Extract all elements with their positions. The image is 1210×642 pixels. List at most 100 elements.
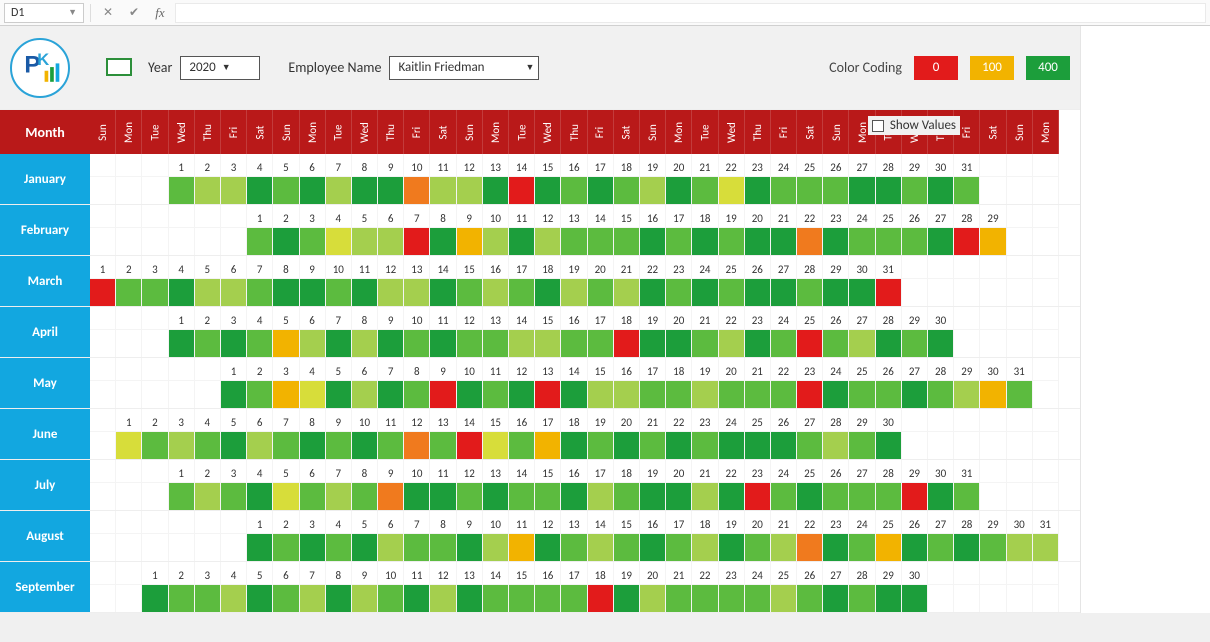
day-cell[interactable]: 3 <box>300 205 326 255</box>
day-cell[interactable]: 25 <box>719 256 745 306</box>
day-cell[interactable]: 6 <box>352 358 378 408</box>
day-cell[interactable]: 1 <box>169 460 195 510</box>
day-cell[interactable] <box>90 460 116 510</box>
day-cell[interactable]: 16 <box>483 256 509 306</box>
day-cell[interactable]: 5 <box>352 205 378 255</box>
day-cell[interactable]: 27 <box>902 358 928 408</box>
day-cell[interactable] <box>980 409 1006 459</box>
day-cell[interactable]: 14 <box>588 511 614 561</box>
day-cell[interactable]: 17 <box>640 358 666 408</box>
day-cell[interactable]: 15 <box>535 154 561 204</box>
formula-input[interactable] <box>175 3 1206 23</box>
day-cell[interactable]: 12 <box>404 409 430 459</box>
day-cell[interactable]: 15 <box>535 460 561 510</box>
day-cell[interactable] <box>90 307 116 357</box>
day-cell[interactable]: 17 <box>588 307 614 357</box>
day-cell[interactable]: 6 <box>221 256 247 306</box>
day-cell[interactable]: 25 <box>771 562 797 612</box>
day-cell[interactable]: 22 <box>719 460 745 510</box>
day-cell[interactable] <box>1007 256 1033 306</box>
day-cell[interactable]: 21 <box>692 154 718 204</box>
day-cell[interactable]: 17 <box>588 460 614 510</box>
day-cell[interactable]: 22 <box>719 154 745 204</box>
day-cell[interactable] <box>221 205 247 255</box>
day-cell[interactable]: 26 <box>771 409 797 459</box>
day-cell[interactable]: 8 <box>352 460 378 510</box>
day-cell[interactable]: 31 <box>954 154 980 204</box>
year-dropdown[interactable]: 2020 ▼ <box>180 56 260 80</box>
day-cell[interactable]: 5 <box>273 154 299 204</box>
day-cell[interactable]: 25 <box>876 511 902 561</box>
day-cell[interactable]: 16 <box>614 358 640 408</box>
day-cell[interactable] <box>980 307 1006 357</box>
day-cell[interactable]: 29 <box>902 154 928 204</box>
day-cell[interactable] <box>954 562 980 612</box>
day-cell[interactable]: 22 <box>797 205 823 255</box>
day-cell[interactable]: 28 <box>876 307 902 357</box>
day-cell[interactable]: 24 <box>849 205 875 255</box>
day-cell[interactable]: 1 <box>247 511 273 561</box>
day-cell[interactable] <box>1033 256 1059 306</box>
day-cell[interactable] <box>142 511 168 561</box>
day-cell[interactable]: 4 <box>247 307 273 357</box>
day-cell[interactable]: 27 <box>823 562 849 612</box>
day-cell[interactable] <box>1033 562 1059 612</box>
day-cell[interactable]: 20 <box>614 409 640 459</box>
day-cell[interactable]: 5 <box>195 256 221 306</box>
day-cell[interactable]: 15 <box>509 562 535 612</box>
day-cell[interactable] <box>1033 409 1059 459</box>
day-cell[interactable]: 10 <box>352 409 378 459</box>
day-cell[interactable]: 11 <box>378 409 404 459</box>
day-cell[interactable]: 4 <box>247 154 273 204</box>
day-cell[interactable]: 1 <box>247 205 273 255</box>
day-cell[interactable]: 22 <box>719 307 745 357</box>
day-cell[interactable]: 28 <box>928 358 954 408</box>
day-cell[interactable]: 2 <box>273 511 299 561</box>
day-cell[interactable]: 21 <box>745 358 771 408</box>
day-cell[interactable]: 10 <box>404 154 430 204</box>
day-cell[interactable]: 27 <box>928 511 954 561</box>
day-cell[interactable]: 22 <box>666 409 692 459</box>
day-cell[interactable]: 7 <box>378 358 404 408</box>
day-cell[interactable]: 8 <box>300 409 326 459</box>
day-cell[interactable]: 30 <box>980 358 1006 408</box>
day-cell[interactable]: 7 <box>300 562 326 612</box>
day-cell[interactable]: 3 <box>273 358 299 408</box>
day-cell[interactable]: 8 <box>430 205 456 255</box>
cancel-icon[interactable]: ✕ <box>97 3 119 23</box>
day-cell[interactable]: 9 <box>378 460 404 510</box>
day-cell[interactable]: 27 <box>928 205 954 255</box>
day-cell[interactable] <box>90 511 116 561</box>
day-cell[interactable] <box>142 358 168 408</box>
day-cell[interactable]: 30 <box>928 307 954 357</box>
day-cell[interactable]: 3 <box>169 409 195 459</box>
day-cell[interactable]: 1 <box>142 562 168 612</box>
day-cell[interactable]: 6 <box>378 511 404 561</box>
day-cell[interactable] <box>142 460 168 510</box>
day-cell[interactable]: 13 <box>561 205 587 255</box>
day-cell[interactable]: 22 <box>771 358 797 408</box>
day-cell[interactable]: 23 <box>745 307 771 357</box>
day-cell[interactable]: 25 <box>797 154 823 204</box>
day-cell[interactable]: 16 <box>561 154 587 204</box>
day-cell[interactable] <box>928 409 954 459</box>
day-cell[interactable] <box>1033 205 1059 255</box>
day-cell[interactable]: 29 <box>954 358 980 408</box>
day-cell[interactable]: 1 <box>169 154 195 204</box>
day-cell[interactable]: 15 <box>535 307 561 357</box>
day-cell[interactable]: 2 <box>195 460 221 510</box>
day-cell[interactable] <box>169 511 195 561</box>
day-cell[interactable]: 19 <box>640 307 666 357</box>
day-cell[interactable] <box>928 256 954 306</box>
day-cell[interactable]: 7 <box>404 511 430 561</box>
day-cell[interactable] <box>1007 409 1033 459</box>
day-cell[interactable]: 16 <box>535 562 561 612</box>
day-cell[interactable]: 15 <box>614 511 640 561</box>
day-cell[interactable]: 30 <box>1007 511 1033 561</box>
day-cell[interactable]: 2 <box>195 154 221 204</box>
day-cell[interactable]: 12 <box>457 460 483 510</box>
day-cell[interactable]: 3 <box>300 511 326 561</box>
day-cell[interactable]: 21 <box>692 307 718 357</box>
day-cell[interactable]: 3 <box>221 307 247 357</box>
day-cell[interactable]: 24 <box>849 511 875 561</box>
